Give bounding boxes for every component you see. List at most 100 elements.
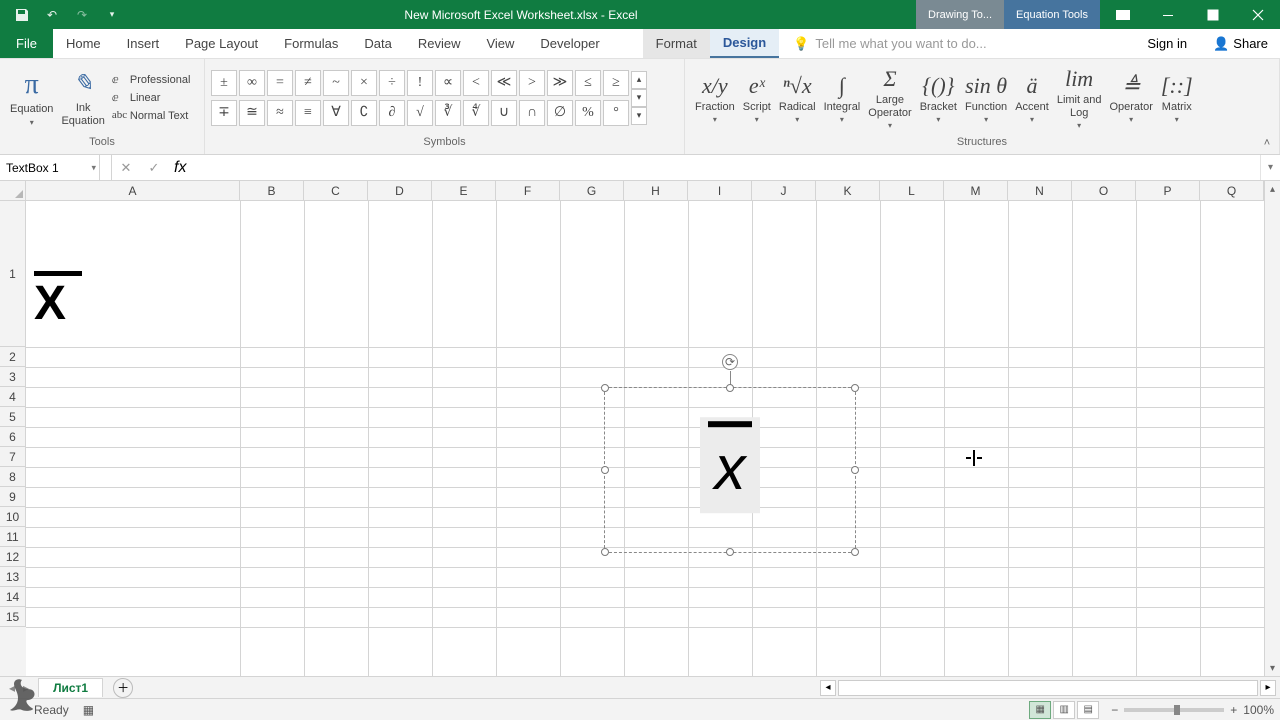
- normal-view-button[interactable]: ▦: [1029, 701, 1051, 719]
- row-header-11[interactable]: 11: [0, 527, 26, 547]
- symbol->[interactable]: >: [519, 70, 545, 96]
- limit-and-log-button[interactable]: limLimit and Log▾: [1053, 63, 1106, 132]
- cell-grid[interactable]: X ⟳ x: [26, 201, 1264, 676]
- symbol-≤[interactable]: ≤: [575, 70, 601, 96]
- column-header-O[interactable]: O: [1072, 181, 1136, 201]
- row-header-14[interactable]: 14: [0, 587, 26, 607]
- symbol-<[interactable]: <: [463, 70, 489, 96]
- new-sheet-button[interactable]: ＋: [113, 678, 133, 698]
- column-header-C[interactable]: C: [304, 181, 368, 201]
- share-button[interactable]: 👤 Share: [1201, 29, 1280, 58]
- professional-button[interactable]: ⅇProfessional: [109, 72, 194, 88]
- sheet-nav-prev[interactable]: ◂: [6, 681, 18, 695]
- design-tab[interactable]: Design: [710, 29, 779, 58]
- tell-me-search[interactable]: 💡 Tell me what you want to do...: [779, 29, 1133, 58]
- fraction-button[interactable]: x/yFraction▾: [691, 70, 739, 126]
- symbols-more[interactable]: ▾: [631, 107, 647, 125]
- symbol-∜[interactable]: ∜: [463, 100, 489, 126]
- close-button[interactable]: [1235, 0, 1280, 29]
- sheet-tab-1[interactable]: Лист1: [38, 678, 103, 697]
- row-header-7[interactable]: 7: [0, 447, 26, 467]
- column-header-P[interactable]: P: [1136, 181, 1200, 201]
- resize-handle-sw[interactable]: [601, 548, 609, 556]
- row-header-3[interactable]: 3: [0, 367, 26, 387]
- symbol-≠[interactable]: ≠: [295, 70, 321, 96]
- scroll-left-button[interactable]: ◂: [820, 680, 836, 696]
- minimize-button[interactable]: [1145, 0, 1190, 29]
- row-header-6[interactable]: 6: [0, 427, 26, 447]
- resize-handle-n[interactable]: [726, 384, 734, 392]
- symbols-scroll-up[interactable]: ▴: [631, 71, 647, 89]
- equation-content[interactable]: x: [700, 417, 760, 513]
- symbol-∁[interactable]: ∁: [351, 100, 377, 126]
- resize-handle-s[interactable]: [726, 548, 734, 556]
- ribbon-display-button[interactable]: [1100, 0, 1145, 29]
- symbol-÷[interactable]: ÷: [379, 70, 405, 96]
- symbol-∩[interactable]: ∩: [519, 100, 545, 126]
- symbol-×[interactable]: ×: [351, 70, 377, 96]
- zoom-out-button[interactable]: −: [1111, 703, 1118, 717]
- symbol-≪[interactable]: ≪: [491, 70, 517, 96]
- developer-tab[interactable]: Developer: [527, 29, 612, 58]
- scroll-up-button[interactable]: ▴: [1265, 181, 1280, 197]
- fx-icon[interactable]: fx: [168, 155, 192, 180]
- sheet-nav-next[interactable]: ▸: [20, 681, 32, 695]
- symbols-scroll-down[interactable]: ▾: [631, 89, 647, 107]
- symbol-=[interactable]: =: [267, 70, 293, 96]
- namebox-resize-handle[interactable]: [100, 155, 112, 180]
- scroll-down-button[interactable]: ▾: [1265, 660, 1280, 676]
- column-header-Q[interactable]: Q: [1200, 181, 1264, 201]
- symbol-√[interactable]: √: [407, 100, 433, 126]
- symbol-∝[interactable]: ∝: [435, 70, 461, 96]
- collapse-ribbon-button[interactable]: ˄: [1258, 134, 1276, 152]
- symbol-∞[interactable]: ∞: [239, 70, 265, 96]
- row-header-10[interactable]: 10: [0, 507, 26, 527]
- column-header-I[interactable]: I: [688, 181, 752, 201]
- operator-button[interactable]: ≜Operator▾: [1105, 70, 1156, 126]
- matrix-button[interactable]: [::]Matrix▾: [1157, 70, 1197, 126]
- row-header-1[interactable]: 1: [0, 201, 26, 347]
- column-header-L[interactable]: L: [880, 181, 944, 201]
- redo-button[interactable]: ↷: [68, 3, 96, 27]
- column-header-A[interactable]: A: [26, 181, 240, 201]
- row-header-4[interactable]: 4: [0, 387, 26, 407]
- symbol-![interactable]: !: [407, 70, 433, 96]
- linear-button[interactable]: ⅇLinear: [109, 90, 194, 106]
- page-break-view-button[interactable]: ▤: [1077, 701, 1099, 719]
- symbol-±[interactable]: ±: [211, 70, 237, 96]
- page-layout-view-button[interactable]: ▥: [1053, 701, 1075, 719]
- macro-recording-icon[interactable]: ▦: [83, 703, 94, 717]
- column-header-J[interactable]: J: [752, 181, 816, 201]
- textbox-shape[interactable]: ⟳ x: [604, 387, 856, 553]
- column-header-B[interactable]: B: [240, 181, 304, 201]
- row-header-9[interactable]: 9: [0, 487, 26, 507]
- large-operator-button[interactable]: ΣLarge Operator▾: [864, 63, 915, 132]
- horizontal-scrollbar[interactable]: ◂ ▸: [133, 680, 1280, 696]
- resize-handle-w[interactable]: [601, 466, 609, 474]
- symbol-∂[interactable]: ∂: [379, 100, 405, 126]
- zoom-in-button[interactable]: +: [1230, 703, 1237, 717]
- symbol-∅[interactable]: ∅: [547, 100, 573, 126]
- resize-handle-nw[interactable]: [601, 384, 609, 392]
- symbol-∓[interactable]: ∓: [211, 100, 237, 126]
- zoom-slider[interactable]: [1124, 708, 1224, 712]
- symbol-≈[interactable]: ≈: [267, 100, 293, 126]
- symbol-%[interactable]: %: [575, 100, 601, 126]
- row-header-15[interactable]: 15: [0, 607, 26, 627]
- qat-customize-button[interactable]: ▾: [98, 3, 126, 27]
- save-button[interactable]: [8, 3, 36, 27]
- column-header-N[interactable]: N: [1008, 181, 1072, 201]
- symbol-≥[interactable]: ≥: [603, 70, 629, 96]
- enter-formula-button[interactable]: ✓: [144, 160, 164, 176]
- column-header-E[interactable]: E: [432, 181, 496, 201]
- symbol-≡[interactable]: ≡: [295, 100, 321, 126]
- review-tab[interactable]: Review: [405, 29, 474, 58]
- chevron-down-icon[interactable]: ▾: [91, 162, 96, 173]
- home-tab[interactable]: Home: [53, 29, 114, 58]
- normal-text-button[interactable]: abcNormal Text: [109, 108, 194, 124]
- select-all-button[interactable]: [0, 181, 26, 201]
- symbol-≫[interactable]: ≫: [547, 70, 573, 96]
- view-tab[interactable]: View: [473, 29, 527, 58]
- name-box[interactable]: TextBox 1 ▾: [0, 155, 100, 180]
- accent-button[interactable]: äAccent▾: [1011, 70, 1053, 126]
